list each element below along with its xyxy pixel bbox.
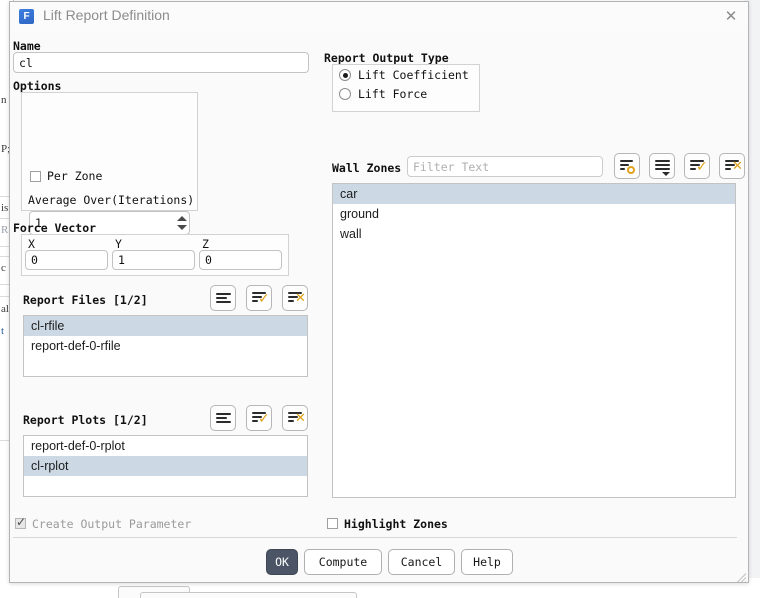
wall-zones-list[interactable]: car ground wall	[332, 183, 736, 498]
report-files-deselect-all-icon[interactable]: ✕	[282, 285, 308, 311]
report-output-type-label: Report Output Type	[324, 51, 449, 65]
footer-divider	[13, 537, 737, 538]
per-zone-checkbox[interactable]	[30, 171, 41, 182]
dialog-body: Name Options Per Zone Average Over(Itera…	[10, 31, 748, 584]
bg-fragment: t	[1, 325, 5, 337]
bg-fragment: R	[1, 224, 9, 236]
name-input[interactable]	[13, 52, 309, 73]
radio-lift-force[interactable]	[339, 88, 351, 100]
list-item[interactable]: ground	[333, 204, 735, 224]
spinner-up-icon[interactable]	[177, 216, 187, 221]
bg-fragment: n	[1, 94, 7, 106]
force-x-label: X	[28, 237, 35, 251]
list-item[interactable]: cl-rfile	[24, 316, 307, 336]
report-files-label: Report Files [1/2]	[23, 293, 148, 307]
force-vector-label: Force Vector	[13, 221, 97, 235]
list-item[interactable]: cl-rplot	[24, 456, 307, 476]
radio-lift-coefficient-label: Lift Coefficient	[358, 68, 469, 82]
list-item[interactable]: report-def-0-rplot	[24, 436, 307, 456]
force-x-input[interactable]	[25, 250, 108, 270]
report-files-select-all-icon[interactable]: ✓	[246, 285, 272, 311]
name-label: Name	[13, 39, 41, 53]
resize-grip[interactable]	[732, 568, 746, 582]
wall-zones-filter-input[interactable]	[407, 156, 603, 177]
report-plots-list-icon[interactable]	[210, 405, 236, 431]
ok-button[interactable]: OK	[266, 549, 298, 575]
wall-zones-deselect-all-icon[interactable]: ✕	[719, 153, 745, 179]
bg-fragment: c	[1, 262, 6, 274]
compute-button[interactable]: Compute	[304, 549, 382, 575]
report-plots-list[interactable]: report-def-0-rplot cl-rplot	[23, 435, 308, 497]
lift-report-definition-dialog: F Lift Report Definition ✕ Name Options …	[9, 1, 749, 583]
create-output-parameter-checkbox[interactable]	[15, 515, 26, 529]
average-over-label: Average Over(Iterations)	[28, 193, 195, 207]
options-label: Options	[13, 79, 62, 93]
report-plots-label: Report Plots [1/2]	[23, 413, 148, 427]
per-zone-label: Per Zone	[47, 169, 103, 183]
force-z-label: Z	[202, 237, 209, 251]
wall-zones-select-by-id-icon[interactable]	[614, 153, 640, 179]
report-files-list[interactable]: cl-rfile report-def-0-rfile	[23, 315, 308, 377]
list-item[interactable]: car	[333, 184, 735, 204]
spinner-down-icon[interactable]	[177, 225, 187, 230]
bg-fragment: al	[1, 303, 9, 315]
help-button[interactable]: Help	[461, 549, 513, 575]
wall-zones-label: Wall Zones	[332, 161, 402, 175]
close-icon[interactable]: ✕	[720, 7, 742, 27]
bg-fragment: is	[1, 202, 9, 214]
dialog-titlebar[interactable]: F Lift Report Definition ✕	[10, 2, 748, 31]
radio-lift-force-label: Lift Force	[358, 87, 428, 101]
list-item[interactable]: report-def-0-rfile	[24, 336, 307, 356]
screen: n P; is R c al t F Lift Report Definitio…	[0, 0, 760, 598]
dialog-title: Lift Report Definition	[43, 7, 170, 23]
wall-zones-select-all-icon[interactable]: ✓	[684, 153, 710, 179]
background-widget[interactable]	[140, 592, 357, 598]
report-plots-select-all-icon[interactable]: ✓	[246, 405, 272, 431]
force-y-input[interactable]	[112, 250, 195, 270]
force-y-label: Y	[115, 237, 122, 251]
create-output-parameter-label: Create Output Parameter	[32, 517, 192, 531]
report-plots-deselect-all-icon[interactable]: ✕	[282, 405, 308, 431]
list-item[interactable]: wall	[333, 224, 735, 244]
highlight-zones-label: Highlight Zones	[344, 517, 448, 531]
radio-lift-coefficient[interactable]	[339, 69, 351, 81]
report-files-list-icon[interactable]	[210, 285, 236, 311]
cancel-button[interactable]: Cancel	[388, 549, 455, 575]
wall-zones-list-options-icon[interactable]	[649, 153, 675, 179]
highlight-zones-checkbox[interactable]	[327, 518, 338, 529]
force-z-input[interactable]	[199, 250, 282, 270]
app-icon: F	[19, 9, 34, 24]
